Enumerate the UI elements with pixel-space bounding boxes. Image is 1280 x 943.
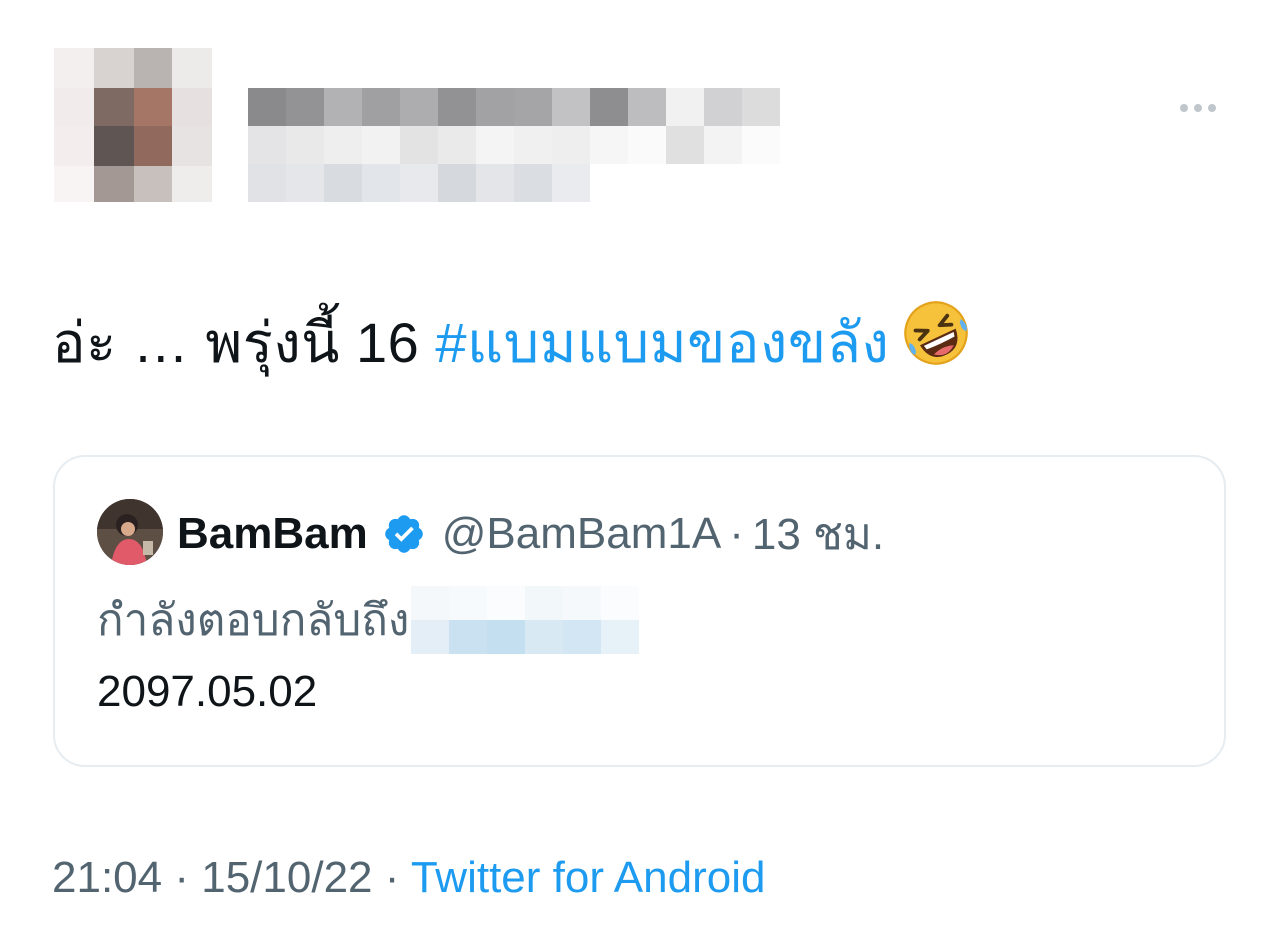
more-options-button[interactable] (1168, 92, 1228, 124)
meta-separator: · (384, 853, 400, 902)
tweet-source-link[interactable]: Twitter for Android (411, 853, 766, 902)
more-horizontal-icon (1180, 104, 1188, 112)
quoted-tweet-card[interactable]: BamBam @BamBam1A · 13 ชม. กำลังตอบกลับถึ… (53, 455, 1226, 767)
quoted-tweet-header: BamBam @BamBam1A · 13 ชม. (177, 501, 884, 567)
replying-to-line: กำลังตอบกลับถึง (97, 585, 640, 655)
replying-to-label: กำลังตอบกลับถึง (97, 596, 410, 645)
author-avatar-obscured[interactable] (54, 48, 214, 218)
tweet-author-row (0, 0, 1280, 230)
hashtag-link[interactable]: #แบมแบมของขลัง (435, 311, 889, 374)
verified-badge-icon (384, 515, 423, 553)
header-separator: · (729, 509, 744, 558)
tweet-meta: 21:04 · 15/10/22 · Twitter for Android (52, 848, 765, 908)
quoted-author-handle[interactable]: @BamBam1A (442, 509, 721, 559)
tweet-text: อ่ะ … พรุ่งนี้ 16 #แบมแบมของขลัง (52, 298, 971, 383)
rolling-on-floor-laughing-emoji-icon (904, 301, 969, 365)
tweet-time[interactable]: 21:04 (52, 853, 162, 902)
tweet-date[interactable]: 15/10/22 (201, 853, 372, 902)
quoted-tweet-body: 2097.05.02 (97, 667, 318, 716)
author-name-handle-obscured[interactable] (248, 88, 788, 208)
avatar-image-icon (97, 499, 163, 565)
quoted-author-avatar[interactable] (97, 499, 163, 565)
quoted-tweet-time[interactable]: 13 ชม. (752, 499, 884, 569)
tweet-text-prefix: อ่ะ … พรุ่งนี้ 16 (52, 311, 436, 374)
replying-to-handle-obscured[interactable] (411, 586, 640, 654)
meta-separator: · (174, 853, 189, 902)
quoted-author-name[interactable]: BamBam (177, 509, 368, 559)
